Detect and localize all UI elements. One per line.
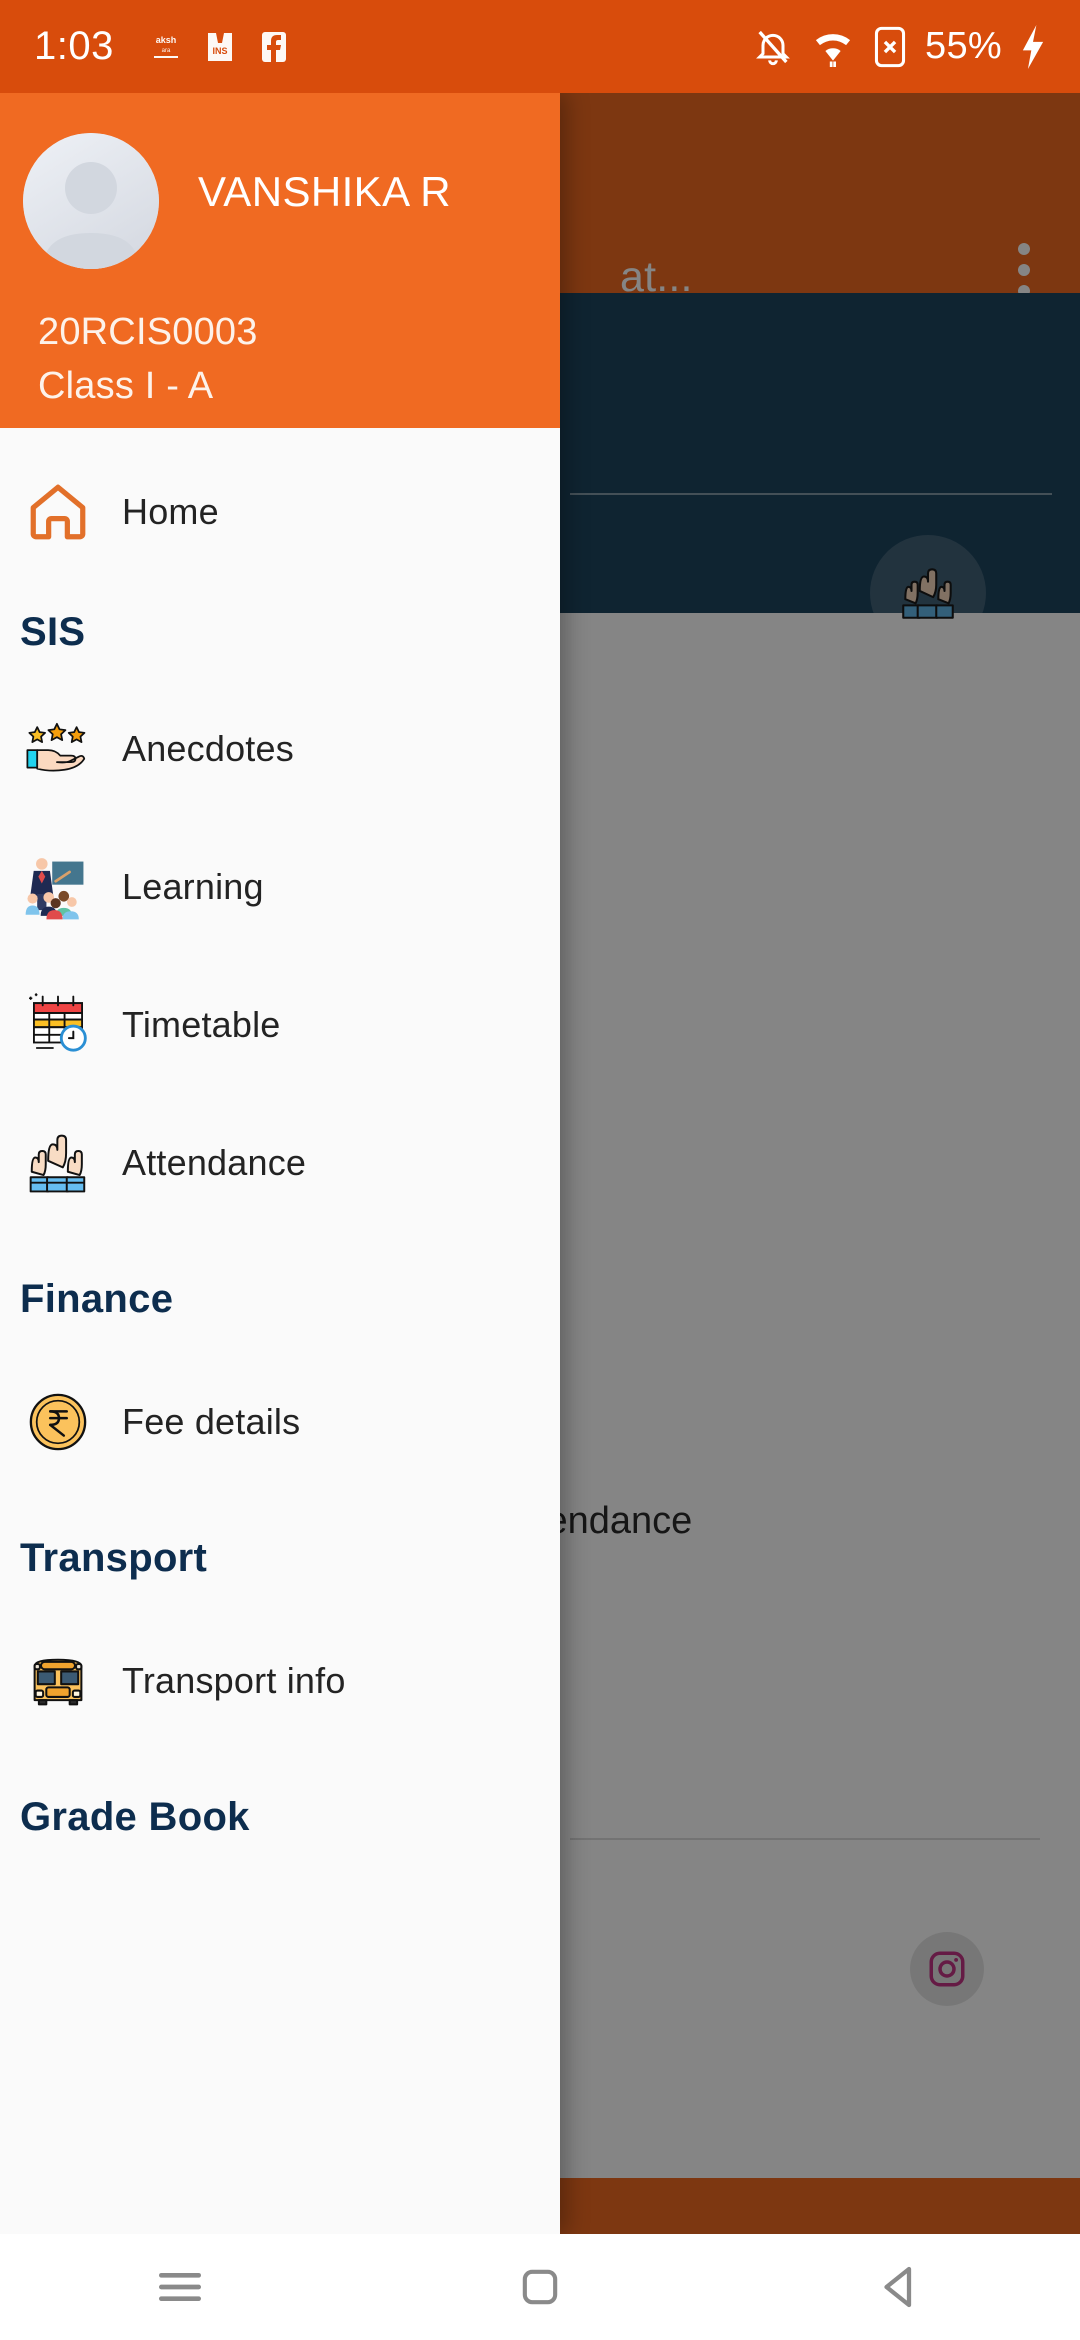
status-bar: 1:03 aksh ara INS 55% <box>0 0 1080 93</box>
ins-app-icon: INS <box>207 32 232 61</box>
status-bar-icons: 55% <box>753 24 1046 69</box>
sidebar-item-anecdotes[interactable]: Anecdotes <box>0 697 560 801</box>
svg-text:aksh: aksh <box>156 35 177 45</box>
hand-holding-stars-icon <box>18 714 98 784</box>
sidebar-item-label: Transport info <box>122 1660 346 1701</box>
sidebar-item-transport-info[interactable]: Transport info <box>0 1629 560 1733</box>
rupee-coin-icon <box>18 1391 98 1453</box>
sidebar-item-label: Fee details <box>122 1401 301 1442</box>
home-button[interactable] <box>475 2234 605 2340</box>
recents-button[interactable] <box>115 2234 245 2340</box>
drawer-menu: Home SIS Anecdotes Learning Timetable At… <box>0 428 560 2234</box>
profile-name: VANSHIKA R <box>198 168 451 215</box>
sidebar-item-fee-details[interactable]: Fee details <box>0 1370 560 1474</box>
triangle-back-icon <box>884 2266 912 2308</box>
school-bus-icon <box>18 1647 98 1715</box>
back-button[interactable] <box>835 2234 965 2340</box>
sidebar-item-attendance[interactable]: Attendance <box>0 1111 560 1215</box>
square-home-icon <box>522 2269 558 2305</box>
akshara-app-icon: aksh ara <box>153 35 178 58</box>
sidebar-item-label: Home <box>122 491 219 532</box>
calendar-clock-icon <box>18 990 98 1060</box>
sidebar-item-learning[interactable]: Learning <box>0 835 560 939</box>
teacher-classroom-icon <box>18 850 98 924</box>
section-title-transport: Transport <box>20 1536 208 1580</box>
sidebar-item-label: Learning <box>122 866 264 907</box>
svg-text:INS: INS <box>212 46 227 56</box>
home-outline-icon <box>18 479 98 545</box>
profile-class: Class I - A <box>38 365 214 407</box>
phone-screen: at... Attendance Attendance 1:03 aksh ar… <box>0 0 1080 2340</box>
battery-percent: 55% <box>925 25 1002 67</box>
menu-lines-icon <box>159 2273 202 2301</box>
section-title-finance: Finance <box>20 1277 174 1321</box>
sidebar-item-timetable[interactable]: Timetable <box>0 973 560 1077</box>
section-title-sis: SIS <box>20 610 86 654</box>
charging-bolt-icon <box>1022 24 1044 69</box>
system-navigation-bar <box>0 2234 1080 2340</box>
section-title-grade-book: Grade Book <box>20 1795 250 1839</box>
default-person-avatar[interactable] <box>23 133 159 269</box>
facebook-app-icon <box>261 31 286 62</box>
sidebar-item-label: Timetable <box>122 1004 281 1045</box>
wifi-icon <box>815 33 851 67</box>
status-bar-clock: 1:03 <box>34 24 114 68</box>
sidebar-item-home[interactable]: Home <box>0 460 560 564</box>
sidebar-item-label: Anecdotes <box>122 728 294 769</box>
profile-student-id: 20RCIS0003 <box>38 311 258 353</box>
svg-text:ara: ara <box>162 48 171 54</box>
sim-missing-icon <box>874 26 906 67</box>
drawer-header: VANSHIKA R 20RCIS0003 Class I - A <box>0 93 560 428</box>
raised-hands-icon <box>18 1128 98 1198</box>
navigation-drawer: VANSHIKA R 20RCIS0003 Class I - A Home S… <box>0 93 560 2234</box>
notifications-muted-icon <box>756 30 790 65</box>
sidebar-item-label: Attendance <box>122 1142 307 1183</box>
